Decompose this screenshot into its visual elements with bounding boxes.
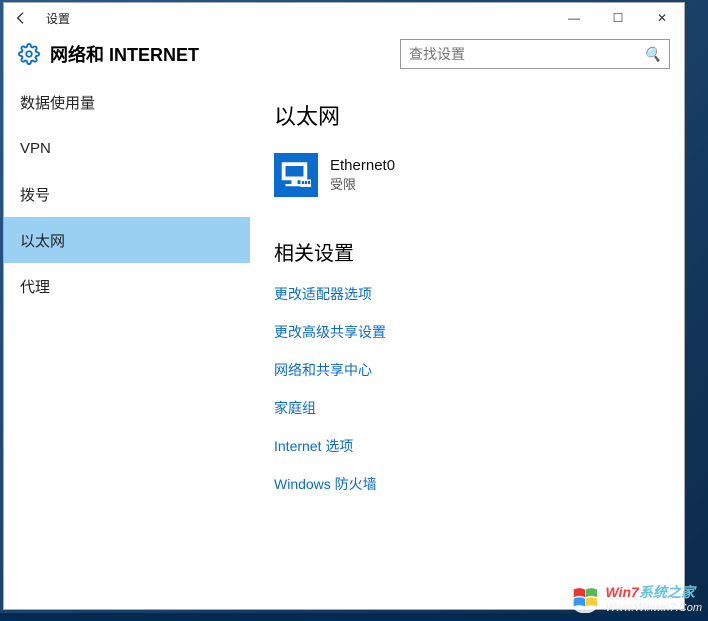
ethernet-icon: [274, 153, 318, 197]
watermark-brand-prefix: Win7: [606, 584, 639, 600]
sidebar: 数据使用量VPN拨号以太网代理: [4, 79, 250, 609]
adapter-status: 受限: [330, 174, 395, 193]
ethernet-adapter[interactable]: Ethernet0 受限: [274, 153, 660, 197]
search-icon: 🔍: [644, 46, 661, 63]
sidebar-item-3[interactable]: 以太网: [4, 217, 250, 263]
minimize-button[interactable]: —: [552, 4, 596, 32]
settings-window: 设置 — ☐ ✕ 网络和 INTERNET 🔍 数据使用量VPN拨号以太网代理: [3, 2, 685, 610]
sidebar-item-4[interactable]: 代理: [4, 263, 250, 309]
maximize-button[interactable]: ☐: [596, 4, 640, 32]
watermark-brand-suffix: 系统之家: [639, 584, 695, 600]
watermark: Win7系统之家 Www.Winwin7.Com: [568, 581, 702, 615]
sidebar-item-0[interactable]: 数据使用量: [4, 79, 250, 125]
gear-icon: [18, 43, 40, 65]
related-link-0[interactable]: 更改适配器选项: [274, 284, 660, 304]
sidebar-item-2[interactable]: 拨号: [4, 171, 250, 217]
related-link-2[interactable]: 网络和共享中心: [274, 360, 660, 380]
page-category-title: 网络和 INTERNET: [50, 41, 199, 67]
related-link-3[interactable]: 家庭组: [274, 398, 660, 418]
titlebar: 设置 — ☐ ✕: [4, 3, 684, 33]
header: 网络和 INTERNET 🔍: [4, 33, 684, 79]
close-button[interactable]: ✕: [640, 4, 684, 32]
related-settings-title: 相关设置: [274, 237, 660, 266]
related-link-5[interactable]: Windows 防火墙: [274, 474, 660, 494]
page-title: 以太网: [274, 99, 660, 131]
related-link-1[interactable]: 更改高级共享设置: [274, 322, 660, 342]
taskbar[interactable]: [0, 613, 708, 621]
back-button[interactable]: [10, 7, 32, 29]
adapter-name: Ethernet0: [330, 157, 395, 174]
related-link-4[interactable]: Internet 选项: [274, 436, 660, 456]
windows-logo-icon: [568, 581, 602, 615]
search-input[interactable]: [409, 46, 644, 62]
content-pane: 以太网: [250, 79, 684, 609]
search-box[interactable]: 🔍: [400, 39, 670, 69]
window-title: 设置: [46, 10, 70, 27]
sidebar-item-1[interactable]: VPN: [4, 125, 250, 171]
